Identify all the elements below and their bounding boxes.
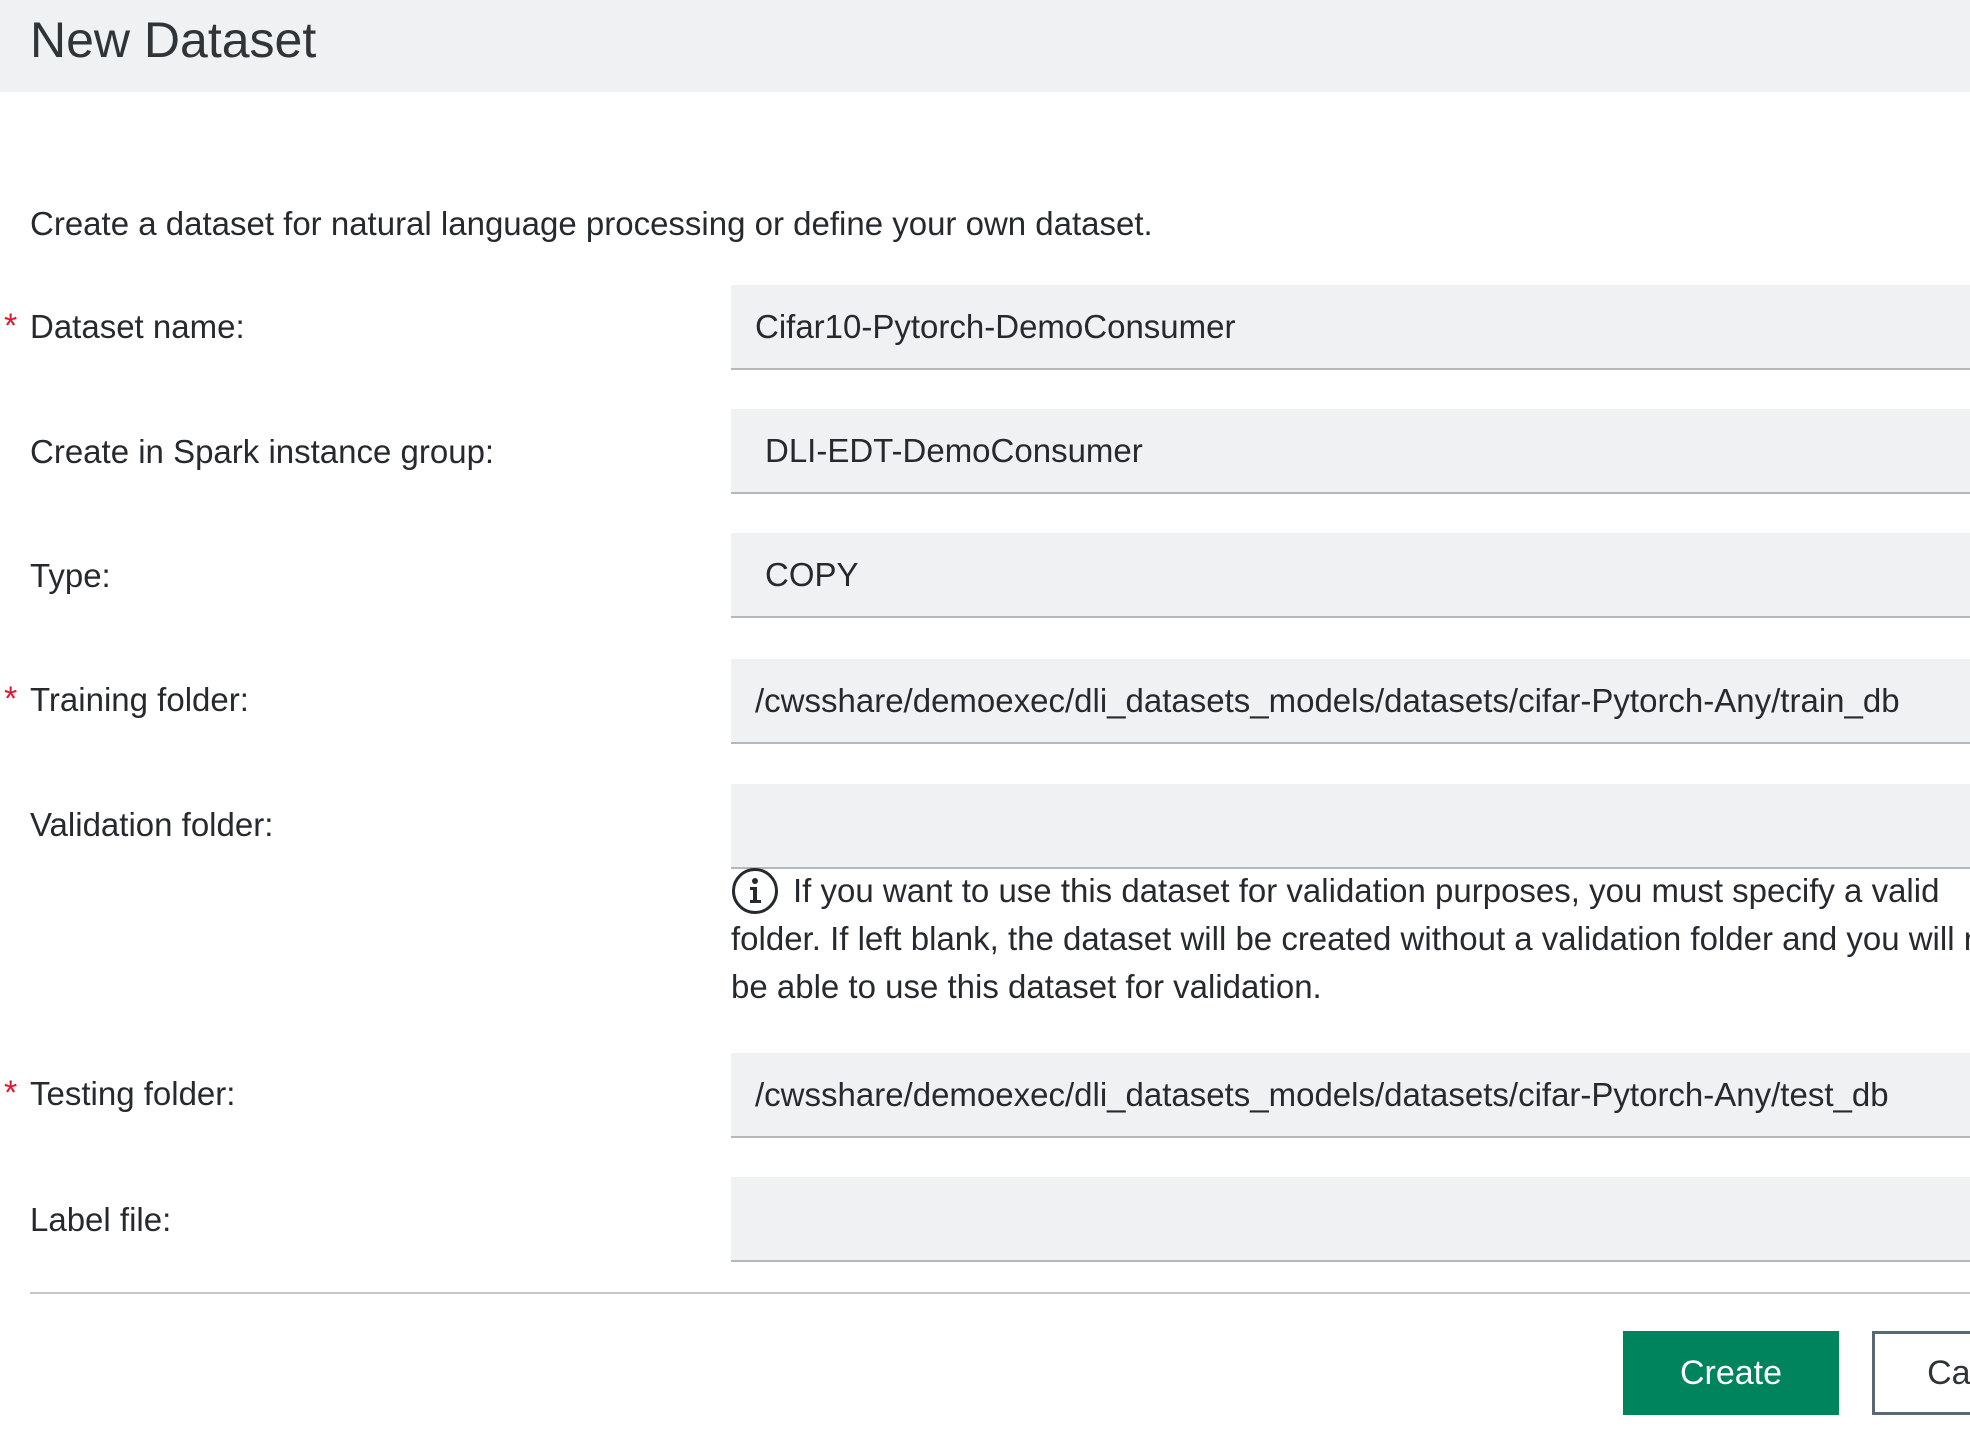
validation-info-message: If you want to use this dataset for vali…	[731, 867, 1970, 1011]
testing-folder-label: Testing folder:	[30, 1075, 236, 1112]
type-label: Type:	[30, 557, 111, 594]
dataset-name-label: Dataset name:	[30, 308, 245, 345]
training-folder-label: Training folder:	[30, 681, 249, 718]
required-marker: *	[4, 1074, 18, 1112]
type-select[interactable]: COPY	[731, 533, 1970, 618]
info-text-line: If you want to use this dataset for vali…	[793, 872, 1940, 909]
new-dataset-dialog: New Dataset Create a dataset for natural…	[0, 0, 1970, 1438]
testing-folder-input[interactable]	[731, 1053, 1970, 1138]
instance-group-select[interactable]: DLI-EDT-DemoConsumer	[731, 409, 1970, 494]
info-text-line: folder. If left blank, the dataset will …	[731, 920, 1970, 957]
validation-folder-input[interactable]	[731, 784, 1970, 869]
dialog-description: Create a dataset for natural language pr…	[30, 205, 1153, 242]
dialog-header: New Dataset	[0, 0, 1970, 92]
training-folder-input[interactable]	[731, 659, 1970, 744]
create-button[interactable]: Create	[1623, 1331, 1839, 1415]
info-text-line: be able to use this dataset for validati…	[731, 968, 1322, 1005]
required-marker: *	[4, 680, 18, 718]
cancel-button[interactable]: Cancel	[1872, 1331, 1970, 1415]
label-file-label: Label file:	[30, 1201, 172, 1238]
dialog-title: New Dataset	[30, 12, 317, 68]
dataset-name-input[interactable]	[731, 285, 1970, 370]
footer-divider	[30, 1292, 1970, 1294]
instance-group-label: Create in Spark instance group:	[30, 433, 495, 470]
label-file-input[interactable]	[731, 1177, 1970, 1262]
required-marker: *	[4, 307, 18, 345]
info-circle-icon	[731, 867, 779, 915]
validation-folder-label: Validation folder:	[30, 806, 274, 843]
